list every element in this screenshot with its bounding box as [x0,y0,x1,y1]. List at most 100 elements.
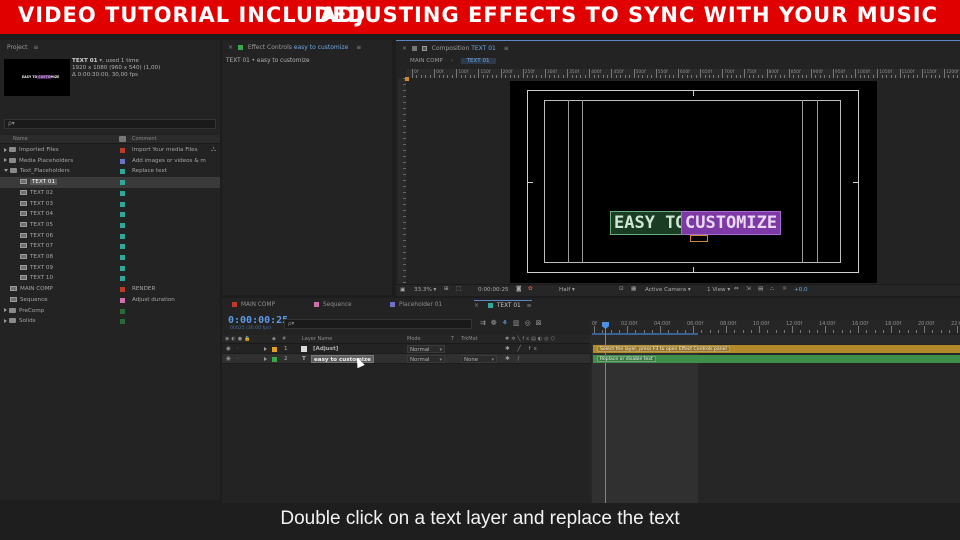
project-tab[interactable]: Project ≡ [7,42,38,54]
effect-controls-tab[interactable]: × Effect Controls easy to customize ≡ [228,42,361,54]
canvas-text-customize[interactable]: CUSTOMIZE [681,211,782,235]
visibility-eye-icon[interactable]: ◉ [226,344,231,354]
horizontal-ruler[interactable]: 0f 00f 100f 150f 200f 250f 300f 350f 400f 450f 500… [406,69,960,78]
project-item[interactable]: Media Placeholders Add images or videos &… [0,156,220,167]
camera-icon[interactable]: ◙ [516,286,521,292]
ruler-origin-marker[interactable] [405,77,409,81]
col-trkmat[interactable]: TrkMat [461,336,478,342]
label-color-swatch[interactable] [120,276,125,282]
timeline-tab[interactable]: Sequence [308,300,352,311]
label-color-swatch[interactable] [120,265,125,271]
label-color-swatch[interactable] [120,244,125,250]
transparency-grid-icon[interactable]: ▦ [631,286,636,292]
layer-name[interactable]: [Adjust] [311,345,340,353]
expand-icon[interactable] [4,158,7,163]
close-icon[interactable]: × [402,45,407,52]
breadcrumb-main-comp[interactable]: MAIN COMP [410,58,443,64]
layer-bar-marker-comment[interactable]: Select the layer, press F3 to open Effec… [597,346,730,352]
view-layout-dropdown[interactable]: 1 View ▾ [707,287,730,293]
toggle-pixel-icon[interactable]: ⇔ [734,286,739,292]
layer-bar-marker-comment[interactable]: Replace or disable text [597,356,656,362]
exposure-icon[interactable]: ☼ [782,286,787,292]
project-search-input[interactable]: ρ▾ [4,119,216,129]
audio-icon[interactable]: ◦ [236,344,239,354]
project-item[interactable]: TEXT 10 [0,273,220,284]
timeline-layer-row[interactable]: ◉ ◦ 1 [Adjust] Normal ✱ ╱ fx [222,344,590,354]
label-color-swatch[interactable] [120,308,125,314]
label-color-swatch[interactable] [120,233,125,239]
project-item[interactable]: MAIN COMP RENDER [0,284,220,295]
timeline-layer-row[interactable]: ◉ ◦ 2 Teasy to customize Normal None ✱ ∕ [222,354,590,364]
project-item[interactable]: TEXT 06 [0,231,220,242]
project-item[interactable]: Text_Placeholders Replace text [0,166,220,177]
label-color-swatch[interactable] [120,319,125,325]
expand-icon[interactable] [4,308,7,312]
always-preview-icon[interactable]: ▣ [400,287,405,293]
col-name[interactable]: Name [13,136,28,142]
panel-menu-icon[interactable]: ≡ [33,44,38,51]
label-color-swatch[interactable] [120,148,125,153]
expand-layer-icon[interactable] [264,347,267,351]
label-color-swatch[interactable] [120,255,125,260]
col-layer-name[interactable]: Layer Name [302,336,332,342]
expand-layer-icon[interactable] [264,357,267,361]
label-color-swatch[interactable] [120,169,125,175]
layer-switches[interactable]: ✱ ╱ fx [505,344,540,354]
panel-menu-icon[interactable]: ≡ [356,44,361,51]
project-item[interactable]: TEXT 04 [0,209,220,220]
shy-layers-icon[interactable]: ⚘ [502,319,513,327]
audio-icon[interactable]: ◦ [236,354,239,364]
project-item[interactable]: PreComp [0,306,220,317]
lock-icon[interactable] [411,46,417,51]
fast-preview-icon[interactable]: ⇲ [746,286,751,292]
label-color-swatch[interactable] [120,297,125,303]
label-color-swatch[interactable] [120,180,125,186]
mask-icon[interactable]: ⬚ [456,286,461,292]
time-ruler[interactable]: 0f 02:00f 04:00f 06:00f 08:00f 10:00f 12:00f 14… [590,320,960,333]
project-item[interactable]: TEXT 08 [0,252,220,263]
grid-icon[interactable]: ⊞ [444,286,449,292]
layer-label-swatch[interactable] [272,347,277,352]
exposure-value[interactable]: +0,0 [794,287,808,293]
layer-name[interactable]: easy to customize [311,355,374,363]
col-mode[interactable]: Mode [407,336,421,342]
resolution-dropdown[interactable]: Half ▾ [559,287,575,293]
col-t[interactable]: T [451,336,454,342]
timeline-search-input[interactable]: ρ▾ [284,319,472,329]
comp-mini-flowchart-icon[interactable]: ⇉ [480,319,491,327]
zoom-dropdown[interactable]: 33.3% ▾ [414,287,436,293]
layer-duration-bar[interactable]: Select the layer, press F3 to open Effec… [593,345,960,353]
project-item[interactable]: Solids [0,316,220,327]
label-color-swatch[interactable] [120,222,125,228]
av-switch-icons[interactable]: ◉◐●🔒 [225,336,252,342]
track-matte-dropdown[interactable]: None [461,355,497,364]
timeline-tab[interactable]: × TEXT 01 ≡ [474,300,532,311]
label-column-icon[interactable] [119,136,126,142]
label-column-icon[interactable]: ◆ [272,336,276,342]
label-color-swatch[interactable] [120,212,125,218]
layer-switches[interactable]: ✱ ∕ [505,354,522,364]
timeline-tab[interactable]: MAIN COMP [226,300,275,311]
project-item[interactable]: TEXT 03 [0,199,220,210]
label-color-swatch[interactable] [120,190,125,196]
label-color-swatch[interactable] [120,201,125,207]
expand-open-icon[interactable] [4,169,8,173]
canvas-text-easy-to[interactable]: EASY TO [610,211,690,235]
frame-blending-icon[interactable]: ▥ [513,319,525,327]
layer-duration-bar[interactable]: Replace or disable text [593,355,960,363]
project-item[interactable]: TEXT 01 [0,177,220,188]
visibility-eye-icon[interactable]: ◉ [226,354,231,364]
close-icon[interactable]: × [474,303,479,309]
panel-menu-icon[interactable]: ≡ [504,45,509,52]
project-item[interactable]: TEXT 05 [0,220,220,231]
flowchart-icon[interactable]: ⛬ [770,286,774,293]
col-comment[interactable]: Comment [132,136,157,142]
expand-icon[interactable] [4,147,7,152]
close-icon[interactable]: × [228,44,233,51]
blend-mode-dropdown[interactable]: Normal [407,345,445,354]
graph-editor-icon[interactable]: ⊠ [536,319,547,327]
switches-header-icons[interactable]: ✱✲╲fx▤◐◎⬡ [505,336,557,342]
expand-icon[interactable] [4,318,7,323]
anchor-point-box[interactable] [690,235,708,242]
draft-3d-icon[interactable]: ❁ [491,319,502,327]
